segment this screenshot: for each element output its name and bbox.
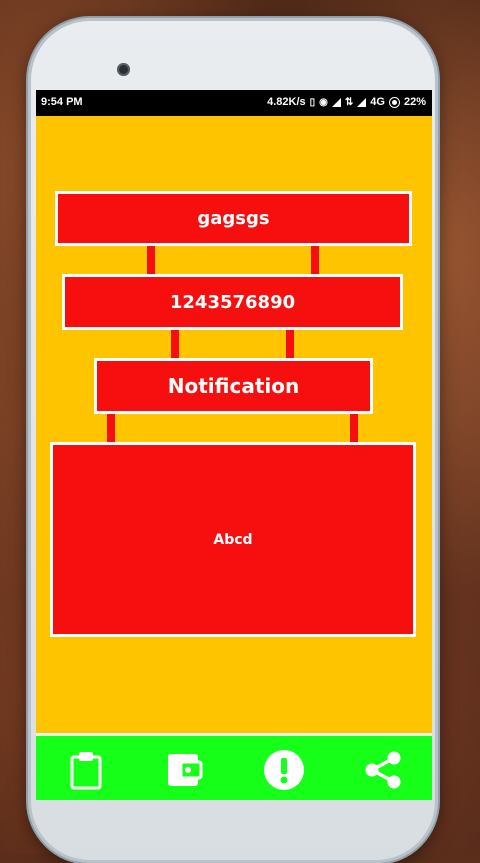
app-screen: 9:54 PM 4.82K/s ▯ ◉ ⇅ 4G 22% gagsgs 1243… xyxy=(36,90,432,800)
front-camera xyxy=(117,63,130,76)
title-box[interactable]: gagsgs xyxy=(55,191,412,246)
clipboard-icon xyxy=(70,751,101,789)
wallet-icon xyxy=(167,753,202,786)
alert-icon xyxy=(263,749,304,790)
status-bar: 9:54 PM 4.82K/s ▯ ◉ ⇅ 4G 22% xyxy=(36,90,432,116)
connector xyxy=(147,246,155,274)
share-icon xyxy=(365,751,400,788)
battery-level: 22% xyxy=(403,96,426,108)
nav-clipboard-button[interactable] xyxy=(60,744,112,796)
signal-icon xyxy=(331,97,341,107)
status-time: 9:54 PM xyxy=(41,96,83,108)
connector xyxy=(107,414,115,442)
bottom-navigation xyxy=(36,733,432,800)
content-box[interactable]: Abcd xyxy=(50,442,416,637)
signal-strength-icon xyxy=(357,97,367,107)
connector xyxy=(311,246,319,274)
data-arrows-icon: ⇅ xyxy=(344,96,354,108)
vibrate-icon: ▯ xyxy=(309,96,316,108)
connector xyxy=(350,414,358,442)
status-indicators: 4.82K/s ▯ ◉ ⇅ 4G 22% xyxy=(267,96,426,108)
nav-alert-button[interactable] xyxy=(258,744,310,796)
battery-icon xyxy=(388,96,400,108)
number-box[interactable]: 1243576890 xyxy=(62,274,403,330)
notification-box[interactable]: Notification xyxy=(94,358,373,414)
connector xyxy=(286,330,294,358)
network-speed: 4.82K/s xyxy=(267,96,306,108)
nav-wallet-button[interactable] xyxy=(159,744,211,796)
nav-share-button[interactable] xyxy=(357,744,409,796)
hotspot-icon: ◉ xyxy=(319,96,328,108)
connector xyxy=(171,330,179,358)
network-type: 4G xyxy=(370,96,385,108)
